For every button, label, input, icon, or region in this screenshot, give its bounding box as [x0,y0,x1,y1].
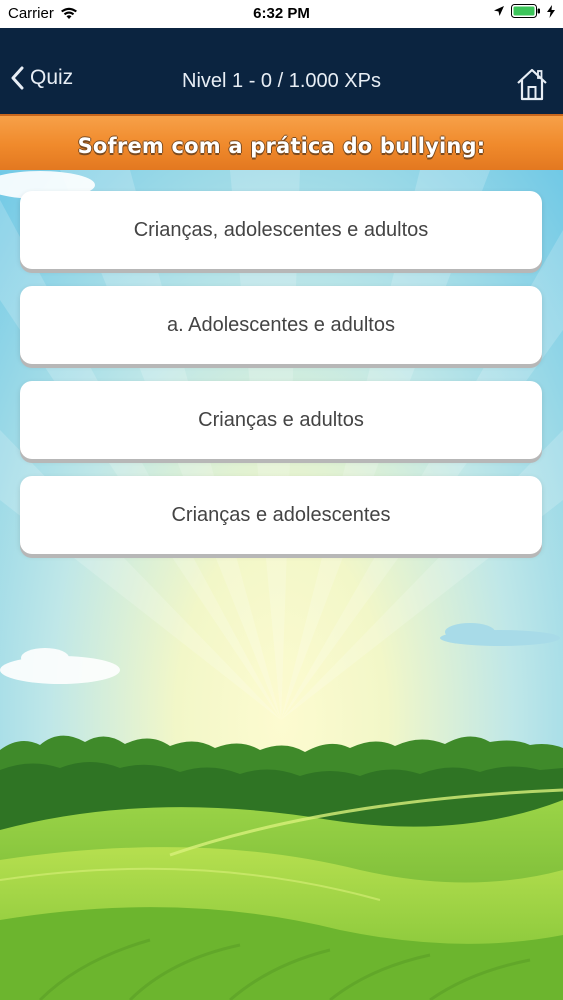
battery-icon [511,4,540,18]
status-bar: Carrier 6:32 PM [0,0,563,28]
charging-bolt-icon [547,4,555,18]
home-icon[interactable] [515,66,549,102]
answer-option-2[interactable]: a. Adolescentes e adultos [20,286,542,364]
answer-options: Crianças, adolescentes e adultos a. Adol… [20,191,542,571]
answer-option-1[interactable]: Crianças, adolescentes e adultos [20,191,542,269]
page-title: Nivel 1 - 0 / 1.000 XPs [182,70,381,92]
question-text: Sofrem com a prática do bullying: [77,134,486,158]
status-time: 6:32 PM [253,5,310,22]
answer-option-3[interactable]: Crianças e adultos [20,381,542,459]
navigation-bar: Quiz Nivel 1 - 0 / 1.000 XPs [0,28,563,114]
location-arrow-icon [494,6,504,16]
status-right-icons [493,4,555,18]
answer-option-4[interactable]: Crianças e adolescentes [20,476,542,554]
question-banner: Sofrem com a prática do bullying: [0,114,563,170]
